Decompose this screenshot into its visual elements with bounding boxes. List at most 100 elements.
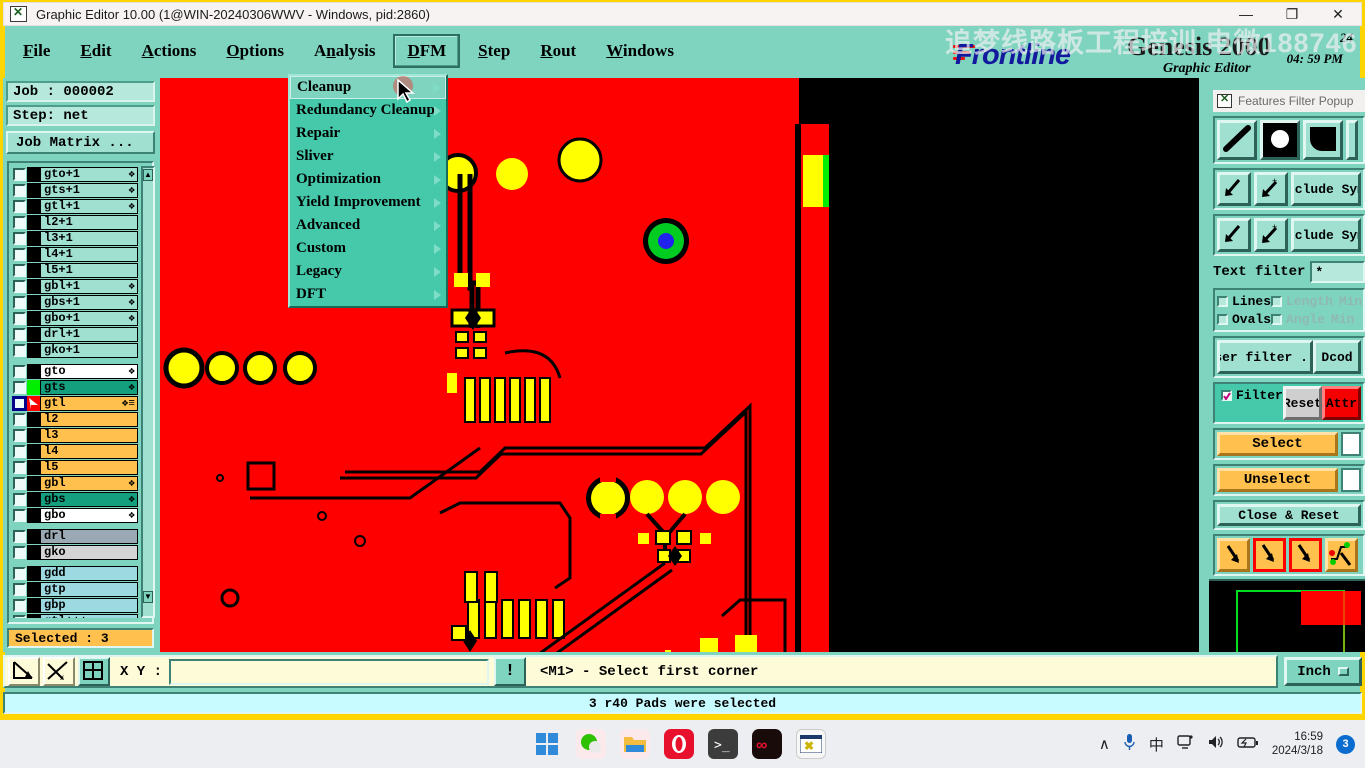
dfm-menu-item[interactable]: Yield Improvement (290, 191, 446, 214)
layer-row[interactable]: gbs+1 ❖ (11, 294, 138, 310)
menu-actions[interactable]: Actions (130, 36, 209, 66)
layer-list[interactable]: gto+1 ❖ gts+1 ❖ gtl+1 ❖ l2+1 l3+1 l4+1 l5+1 gbl+1 ❖… (11, 166, 138, 618)
net-select-icon[interactable] (1325, 538, 1358, 572)
scroll-down-icon[interactable]: ▼ (143, 591, 153, 603)
layer-checkbox[interactable] (13, 614, 26, 618)
menu-file[interactable]: File (11, 36, 62, 66)
unselect-button[interactable]: Unselect (1217, 468, 1338, 492)
layer-checkbox[interactable] (13, 412, 26, 426)
layer-name[interactable]: l3 (40, 427, 138, 443)
layer-checkbox[interactable] (13, 380, 26, 394)
layer-row[interactable]: l2+1 (11, 214, 138, 230)
terminal-icon[interactable]: >_ (708, 729, 738, 759)
layer-name[interactable]: gbs ❖ (40, 491, 138, 507)
wechat-icon[interactable] (576, 729, 606, 759)
layer-color-swatch[interactable] (27, 278, 40, 294)
menu-options[interactable]: Options (214, 36, 296, 66)
layer-row[interactable]: gto ❖ (11, 363, 138, 379)
layer-row[interactable]: gto+1 ❖ (11, 166, 138, 182)
layer-row[interactable]: gbp (11, 597, 138, 613)
dfm-dropdown-menu[interactable]: Cleanup Redundancy Cleanup Repair Sliver Opt… (288, 74, 448, 308)
layer-name[interactable]: l2 (40, 411, 138, 427)
layer-name[interactable]: gbp (40, 597, 138, 613)
layer-row[interactable]: gbo ❖ (11, 507, 138, 523)
arrow-remove-icon[interactable] (1289, 538, 1322, 572)
text-filter-input[interactable]: * (1310, 261, 1365, 283)
layer-name[interactable]: l5 (40, 459, 138, 475)
layer-color-swatch[interactable] (27, 214, 40, 230)
arc-shape-icon[interactable] (1346, 120, 1358, 160)
layer-row[interactable]: gbs ❖ (11, 491, 138, 507)
layer-name[interactable]: drl+1 (40, 326, 138, 342)
infinity-app-icon[interactable]: ∞ (752, 729, 782, 759)
layer-checkbox[interactable] (13, 167, 26, 181)
maximize-button[interactable]: ❐ (1269, 2, 1315, 26)
taskbar-clock[interactable]: 16:59 2024/3/18 (1272, 730, 1323, 758)
layer-name[interactable]: l4+1 (40, 246, 138, 262)
layer-row[interactable]: gtp (11, 581, 138, 597)
close-reset-button[interactable]: Close & Reset (1217, 504, 1361, 526)
snap-angle-icon[interactable]: x (43, 657, 75, 686)
lines-checkbox[interactable] (1217, 295, 1228, 307)
layer-row[interactable]: gtl+1 ❖ (11, 198, 138, 214)
dfm-menu-item[interactable]: Advanced (290, 214, 446, 237)
layer-color-swatch[interactable] (27, 182, 40, 198)
layer-color-swatch[interactable] (27, 246, 40, 262)
surface-shape-icon[interactable] (1303, 120, 1343, 160)
layer-checkbox[interactable] (13, 295, 26, 309)
layer-checkbox[interactable] (13, 279, 26, 293)
opera-icon[interactable] (664, 729, 694, 759)
layer-color-swatch[interactable] (27, 507, 40, 523)
include-symbols-button[interactable]: Include Symb (1291, 172, 1361, 206)
layer-row[interactable]: gdd (11, 565, 138, 581)
layer-checkbox[interactable] (13, 183, 26, 197)
alert-button[interactable]: ! (494, 657, 527, 686)
layer-color-swatch[interactable] (27, 491, 40, 507)
layer-color-swatch[interactable] (27, 544, 40, 560)
include-arrow-icon[interactable] (1217, 172, 1251, 206)
layer-checkbox[interactable] (13, 364, 26, 378)
layer-name[interactable]: gts ❖ (40, 379, 138, 395)
layer-checkbox[interactable] (13, 311, 26, 325)
layer-color-swatch[interactable] (27, 597, 40, 613)
minimap[interactable]: x (1209, 579, 1365, 652)
layer-color-swatch[interactable] (27, 166, 40, 182)
layer-name[interactable]: gbl ❖ (40, 475, 138, 491)
layer-color-swatch[interactable] (27, 475, 40, 491)
layer-checkbox[interactable] (13, 545, 26, 559)
layer-row[interactable]: l3+1 (11, 230, 138, 246)
layer-name[interactable]: l3+1 (40, 230, 138, 246)
layer-row[interactable]: gts ❖ (11, 379, 138, 395)
layer-name[interactable]: gbo+1 ❖ (40, 310, 138, 326)
layer-row[interactable]: gko+1 (11, 342, 138, 358)
layer-row[interactable]: drl+1 (11, 326, 138, 342)
layer-checkbox[interactable] (13, 508, 26, 522)
layer-checkbox[interactable] (13, 582, 26, 596)
dfm-menu-item[interactable]: Legacy (290, 260, 446, 283)
minimize-button[interactable]: — (1223, 2, 1269, 26)
layer-color-swatch[interactable] (27, 581, 40, 597)
layer-name[interactable]: drl (40, 528, 138, 544)
layer-row[interactable]: l4+1 (11, 246, 138, 262)
dfm-menu-item[interactable]: DFT (290, 283, 446, 306)
ovals-checkbox-row[interactable]: Ovals (1217, 310, 1271, 328)
exclude-symbols-button[interactable]: Exclude Symb (1291, 218, 1361, 252)
dfm-menu-item[interactable]: Redundancy Cleanup (290, 99, 446, 122)
layer-list-scrollbar[interactable]: ▲ ▼ (141, 166, 155, 618)
layer-color-swatch[interactable] (27, 395, 40, 411)
layer-color-swatch[interactable] (27, 342, 40, 358)
dfm-menu-item[interactable]: Custom (290, 237, 446, 260)
dcode-button[interactable]: Dcod (1313, 340, 1361, 374)
layer-row[interactable]: gts+1 ❖ (11, 182, 138, 198)
layer-color-swatch[interactable] (27, 326, 40, 342)
layer-color-swatch[interactable] (27, 613, 40, 618)
layer-name[interactable]: gto+1 ❖ (40, 166, 138, 182)
scroll-up-icon[interactable]: ▲ (143, 169, 153, 181)
snap-corner-icon[interactable] (8, 657, 40, 686)
layer-checkbox[interactable] (13, 327, 26, 341)
layer-checkbox[interactable] (13, 444, 26, 458)
dfm-menu-item[interactable]: Optimization (290, 168, 446, 191)
layer-color-swatch[interactable] (27, 310, 40, 326)
layer-color-swatch[interactable] (27, 198, 40, 214)
include-arrow-plus-icon[interactable]: + (1254, 172, 1288, 206)
